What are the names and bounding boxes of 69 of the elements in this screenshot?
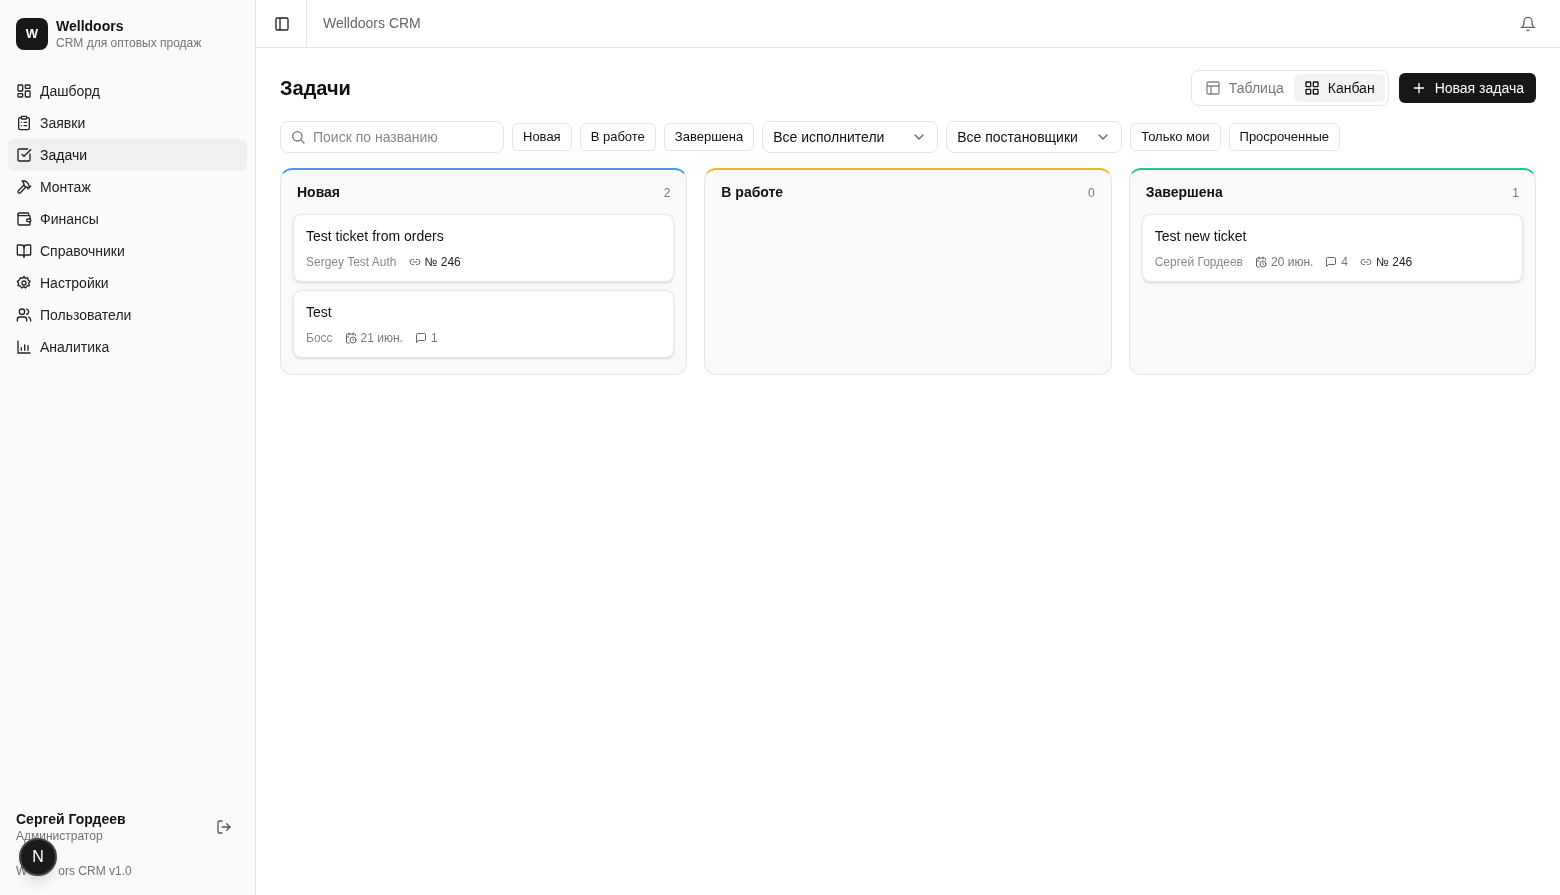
clipboard-icon [16,115,32,131]
search-icon [290,129,306,145]
link-icon [408,256,421,268]
comment-count: 1 [430,330,438,347]
user-name: Сергей Гордеев [16,810,126,828]
breadcrumb: Welldoors CRM [323,14,421,33]
task-card[interactable]: Test ticket from orders Sergey Test Auth № 246 [293,214,675,282]
bell-icon[interactable] [1520,15,1536,32]
logo-badge: W [16,18,48,50]
filter-dropdown[interactable]: Все исполнители [762,121,939,153]
task-author: Босс [306,330,333,347]
sidebar-toggle-icon[interactable] [274,15,290,32]
task-card[interactable]: Test Босс 21 июн. 1 [293,290,675,358]
page-title: Задачи [280,76,351,101]
filter-chip[interactable]: Новая [512,123,572,151]
task-title: Test [306,303,333,322]
filter-dropdown[interactable]: Все постановщики [946,121,1123,153]
nav-item[interactable]: Финансы [8,203,247,235]
app-name: Welldoors [56,17,125,35]
order-link[interactable]: № 246 [1376,253,1413,271]
column-title: Завершена [1145,183,1223,202]
order-link[interactable]: № 246 [424,253,461,271]
view-tab[interactable]: Таблица [1194,74,1294,102]
bar-chart-icon [16,339,32,355]
comment-count: 4 [1341,254,1349,271]
nav-item[interactable]: Пользователи [8,299,247,331]
nav-item[interactable]: Дашборд [8,75,247,107]
users-icon [16,307,32,323]
task-title: Test new ticket [1154,227,1248,246]
nav-item[interactable]: Справочники [8,235,247,267]
link-icon [1360,256,1373,268]
nav-item[interactable]: Задачи [8,139,247,171]
settings-icon [16,275,32,291]
column-title: В работе [721,183,784,202]
filter-chip[interactable]: Просроченные [1228,123,1340,151]
version-text: ors CRM v1.0 [58,863,132,879]
filter-chip[interactable]: Только мои [1130,123,1221,151]
column-count: 0 [1087,184,1095,202]
view-tab[interactable]: Канбан [1293,74,1385,102]
wallet-icon [16,211,32,227]
search-field[interactable]: Поиск по названию [280,121,504,153]
hammer-icon [16,179,32,195]
dashboard-icon [16,83,32,99]
logout-icon[interactable] [216,819,232,835]
due-date: 20 июн. [1271,254,1314,271]
column-count: 1 [1512,184,1519,202]
task-author: Sergey Test Auth [306,254,397,271]
calendar-clock-icon [1255,256,1267,268]
task-title: Test ticket from orders [306,227,445,246]
calendar-clock-icon [344,332,357,344]
nav-item[interactable]: Монтаж [8,171,247,203]
nav-item[interactable]: Аналитика [8,331,247,363]
nav-item[interactable]: Настройки [8,267,247,299]
comment-icon [414,332,427,344]
comment-icon [1325,256,1338,268]
table-icon [1204,80,1221,96]
filter-chip[interactable]: Завершена [663,123,755,151]
book-icon [16,243,32,259]
nav-item[interactable]: Заявки [8,107,247,139]
due-date: 21 июн. [360,330,403,347]
column-count: 2 [663,184,671,202]
grid-icon [1303,80,1320,96]
new-task-button[interactable]: Новая задача [1398,73,1536,103]
task-card[interactable]: Test new ticket Сергей Гордеев 20 июн. 4 № 246 [1141,214,1523,282]
task-author: Сергей Гордеев [1154,254,1243,271]
checkbox-icon [16,147,32,163]
filter-chip[interactable]: В работе [579,123,656,151]
column-title: Новая [297,183,341,202]
app-subtitle: CRM для оптовых продаж [56,35,202,51]
